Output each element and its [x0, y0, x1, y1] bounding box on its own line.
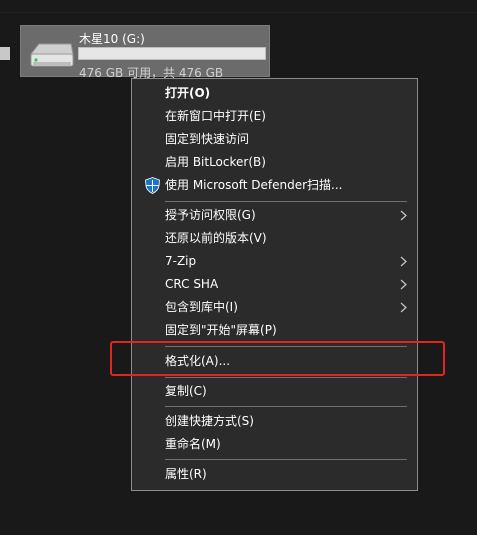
- chevron-right-icon: [400, 279, 407, 290]
- menu-item-label: 复制(C): [165, 384, 207, 398]
- menu-item-label: 在新窗口中打开(E): [165, 109, 266, 123]
- menu-item-label: CRC SHA: [165, 277, 219, 291]
- menu-item-copy[interactable]: 复制(C): [134, 380, 415, 403]
- menu-item-pin-quick-access[interactable]: 固定到快速访问: [134, 128, 415, 151]
- menu-item-restore-previous[interactable]: 还原以前的版本(V): [134, 227, 415, 250]
- menu-item-label: 启用 BitLocker(B): [165, 155, 266, 169]
- context-menu: 打开(O) 在新窗口中打开(E) 固定到快速访问 启用 BitLocker(B)…: [131, 78, 418, 491]
- menu-item-label: 授予访问权限(G): [165, 208, 256, 222]
- menu-item-label: 固定到快速访问: [165, 132, 250, 146]
- menu-item-open[interactable]: 打开(O): [134, 82, 415, 105]
- menu-item-crc-sha[interactable]: CRC SHA: [134, 273, 415, 296]
- menu-separator: [165, 406, 407, 407]
- menu-item-pin-start[interactable]: 固定到"开始"屏幕(P): [134, 319, 415, 342]
- menu-item-label: 使用 Microsoft Defender扫描...: [165, 178, 343, 192]
- menu-item-properties[interactable]: 属性(R): [134, 463, 415, 486]
- chevron-right-icon: [400, 256, 407, 267]
- menu-item-label: 7-Zip: [165, 254, 197, 268]
- chevron-right-icon: [400, 210, 407, 221]
- menu-item-create-shortcut[interactable]: 创建快捷方式(S): [134, 410, 415, 433]
- menu-item-rename[interactable]: 重命名(M): [134, 433, 415, 456]
- menu-item-defender-scan[interactable]: 使用 Microsoft Defender扫描...: [134, 174, 415, 197]
- drive-usage-bar: [78, 47, 266, 60]
- menu-separator: [165, 377, 407, 378]
- menu-separator: [165, 201, 407, 202]
- windows-defender-shield-icon: [145, 177, 160, 194]
- top-divider: [0, 12, 477, 13]
- menu-item-label: 属性(R): [165, 467, 207, 481]
- menu-item-label: 打开(O): [165, 86, 211, 100]
- drive-g-tile[interactable]: 木星10 (G:) 476 GB 可用，共 476 GB: [20, 25, 270, 80]
- hard-drive-icon: [29, 43, 74, 67]
- menu-separator: [165, 459, 407, 460]
- menu-item-label: 重命名(M): [165, 437, 221, 451]
- menu-item-label: 还原以前的版本(V): [165, 231, 267, 245]
- format-highlight-annotation: [110, 341, 445, 376]
- menu-item-7zip[interactable]: 7-Zip: [134, 250, 415, 273]
- menu-item-label: 包含到库中(I): [165, 300, 238, 314]
- menu-item-include-library[interactable]: 包含到库中(I): [134, 296, 415, 319]
- menu-item-label: 固定到"开始"屏幕(P): [165, 323, 277, 337]
- menu-item-bitlocker[interactable]: 启用 BitLocker(B): [134, 151, 415, 174]
- menu-item-give-access[interactable]: 授予访问权限(G): [134, 204, 415, 227]
- menu-item-open-new-window[interactable]: 在新窗口中打开(E): [134, 105, 415, 128]
- menu-item-label: 创建快捷方式(S): [165, 414, 254, 428]
- drive-name: 木星10 (G:): [79, 32, 145, 46]
- adjacent-item-edge[interactable]: [0, 47, 10, 60]
- chevron-right-icon: [400, 302, 407, 313]
